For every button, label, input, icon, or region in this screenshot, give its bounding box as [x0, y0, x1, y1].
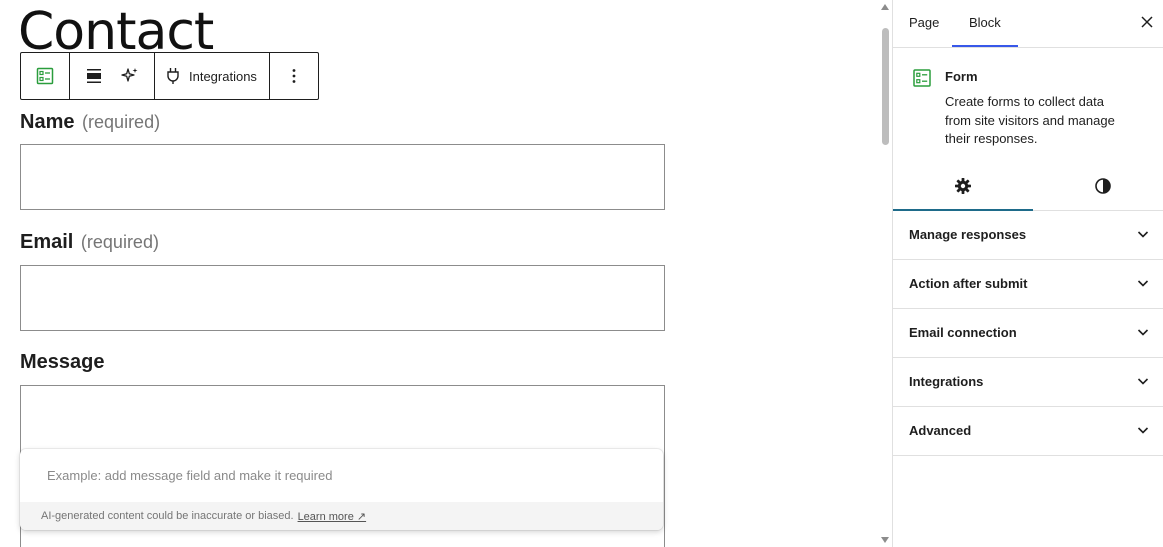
toolbar-group-options	[270, 53, 318, 99]
block-title: Form	[945, 69, 978, 84]
name-required-text: (required)	[82, 112, 161, 132]
block-card: Form Create forms to collect data from s…	[893, 48, 1163, 162]
scroll-down-arrow[interactable]	[881, 537, 889, 543]
panel-action-after-submit-title: Action after submit	[909, 276, 1028, 291]
panel-email-connection[interactable]: Email connection	[893, 309, 1163, 358]
tab-page[interactable]: Page	[909, 0, 939, 46]
email-label-text: Email	[20, 231, 74, 253]
integrations-button[interactable]: Integrations	[161, 58, 263, 94]
panel-action-after-submit[interactable]: Action after submit	[893, 260, 1163, 309]
form-icon	[913, 69, 931, 87]
close-sidebar-button[interactable]	[1139, 14, 1155, 30]
name-input[interactable]	[20, 144, 665, 210]
ai-prompt-input[interactable]: Example: add message field and make it r…	[47, 468, 332, 483]
form-icon	[36, 67, 54, 85]
form-block-icon-wrap	[912, 68, 932, 93]
ai-assistant-button[interactable]	[112, 58, 148, 94]
form-block-type-button[interactable]	[27, 58, 63, 94]
block-toolbar: Integrations	[20, 52, 319, 100]
chevron-down-icon	[1137, 329, 1149, 336]
message-label-text: Message	[20, 351, 105, 373]
align-button[interactable]	[76, 58, 112, 94]
chevron-down-icon	[1137, 231, 1149, 238]
panel-advanced-title: Advanced	[909, 423, 972, 438]
panel-manage-responses[interactable]: Manage responses	[893, 211, 1163, 260]
block-inspector-tabs	[893, 162, 1163, 211]
panel-email-connection-title: Email connection	[909, 325, 1017, 340]
tab-settings[interactable]	[893, 162, 1033, 211]
toolbar-group-block-type	[21, 53, 70, 99]
settings-sidebar: Page Block Form Create forms to collect …	[892, 0, 1163, 547]
chevron-down-icon	[1137, 427, 1149, 434]
email-field-label[interactable]: Email (required)	[20, 231, 159, 254]
scroll-up-arrow[interactable]	[881, 4, 889, 10]
panel-advanced[interactable]: Advanced	[893, 407, 1163, 456]
align-wide-icon	[87, 69, 101, 83]
chevron-down-icon	[1137, 280, 1149, 287]
contrast-icon	[1095, 178, 1111, 194]
tab-block[interactable]: Block	[952, 0, 1018, 47]
ai-prompt-panel: Example: add message field and make it r…	[20, 449, 663, 530]
panel-manage-responses-title: Manage responses	[909, 227, 1027, 242]
sidebar-tabs: Page Block	[893, 0, 1163, 48]
ai-disclaimer-text: AI-generated content could be inaccurate…	[41, 510, 294, 522]
more-vertical-icon	[292, 69, 296, 83]
editor-canvas: Contact Integrations Name (required) Ema…	[0, 0, 878, 547]
chevron-down-icon	[1137, 378, 1149, 385]
toolbar-group-align	[70, 53, 155, 99]
scroll-thumb[interactable]	[882, 28, 889, 145]
toolbar-group-integrations: Integrations	[155, 53, 270, 99]
plug-icon	[167, 68, 179, 84]
more-options-button[interactable]	[276, 58, 312, 94]
close-icon	[1141, 16, 1153, 28]
panel-integrations[interactable]: Integrations	[893, 358, 1163, 407]
gear-icon	[955, 178, 971, 194]
tab-styles[interactable]	[1033, 162, 1163, 210]
name-field-label[interactable]: Name (required)	[20, 111, 160, 134]
panel-integrations-title: Integrations	[909, 374, 984, 389]
block-description: Create forms to collect data from site v…	[945, 94, 1115, 146]
integrations-button-label: Integrations	[189, 68, 257, 84]
name-label-text: Name	[20, 111, 75, 133]
email-required-text: (required)	[80, 232, 159, 252]
canvas-scrollbar[interactable]	[878, 0, 892, 547]
ai-disclaimer: AI-generated content could be inaccurate…	[20, 502, 663, 530]
sparkles-icon	[121, 68, 138, 82]
learn-more-link[interactable]: Learn more ↗	[298, 510, 367, 523]
message-field-label[interactable]: Message	[20, 351, 105, 374]
email-input[interactable]	[20, 265, 665, 331]
